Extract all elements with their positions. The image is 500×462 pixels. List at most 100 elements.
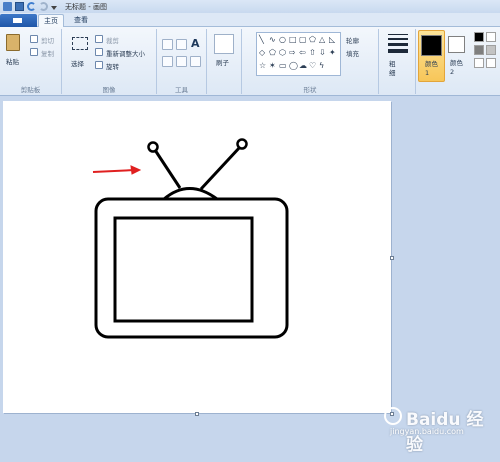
- color1-swatch: [421, 35, 442, 56]
- tv-body: [94, 197, 289, 339]
- antenna-base: [163, 187, 218, 201]
- rotate-icon: [95, 61, 103, 69]
- right-triangle-shape-icon[interactable]: ◺: [329, 35, 338, 44]
- save-icon[interactable]: [15, 2, 24, 11]
- outline-button[interactable]: 轮廓: [346, 35, 359, 45]
- drawing-canvas[interactable]: [3, 101, 391, 413]
- window-title: 无标题 - 画图: [65, 2, 107, 11]
- left-antenna: [153, 149, 182, 189]
- pencil-icon[interactable]: [162, 39, 173, 50]
- undo-icon[interactable]: [27, 2, 36, 11]
- color-picker-icon[interactable]: [176, 56, 187, 67]
- fill-bucket-icon[interactable]: [176, 39, 187, 50]
- image-group-label: 图像: [102, 86, 116, 94]
- oval-shape-icon[interactable]: ○: [279, 35, 288, 44]
- right-antenna-tip: [236, 138, 248, 150]
- text-tool-icon[interactable]: A: [191, 37, 200, 50]
- brushes-button[interactable]: 刷子: [216, 57, 229, 67]
- color2-swatch: [448, 36, 465, 53]
- resize-handle-bottom[interactable]: [195, 412, 199, 416]
- shapes-group-label: 形状: [303, 86, 317, 94]
- redo-icon[interactable]: [39, 2, 48, 11]
- six-point-star-shape-icon[interactable]: ✶: [269, 61, 278, 70]
- clipboard-group-label: 剪贴板: [20, 86, 41, 94]
- crop-icon: [95, 35, 103, 43]
- select-button[interactable]: 选择: [71, 58, 84, 68]
- left-arrow-shape-icon[interactable]: ⇦: [299, 48, 308, 57]
- tab-home[interactable]: 主页: [38, 14, 64, 27]
- red-arrow: [92, 165, 142, 175]
- hexagon-shape-icon[interactable]: ⬡: [279, 48, 288, 57]
- arrow-head: [130, 165, 142, 175]
- customize-dropdown-icon[interactable]: [51, 5, 57, 10]
- tv-outline: [94, 138, 289, 339]
- shapes-group: ╲ ∿ ○ □ ▢ ⬠ △ ◺ ◇ ⬠ ⬡ ⇨ ⇦ ⇧ ⇩ ✦ ☆ ✶ ▭ ◯ ☁ ♡ ϟ 轮廓 填充 形状: [242, 29, 379, 94]
- fill-button[interactable]: 填充: [346, 48, 359, 58]
- cut-button[interactable]: 剪切: [41, 35, 54, 45]
- cut-icon: [30, 35, 38, 43]
- size-group: 粗细: [379, 29, 416, 94]
- tab-view[interactable]: 查看: [68, 14, 94, 27]
- callout-rect-shape-icon[interactable]: ▭: [279, 61, 288, 70]
- four-point-star-shape-icon[interactable]: ✦: [329, 48, 338, 57]
- watermark-url: jingyan.baidu.com: [390, 427, 464, 436]
- color1-button[interactable]: 颜色 1: [418, 30, 445, 82]
- paste-button[interactable]: 粘贴: [6, 56, 19, 66]
- rotate-button[interactable]: 旋转: [106, 61, 119, 71]
- select-icon[interactable]: [72, 37, 88, 50]
- pentagon-shape-icon[interactable]: ⬠: [269, 48, 278, 57]
- title-bar: 无标题 - 画图: [0, 0, 500, 13]
- diamond-shape-icon[interactable]: ◇: [259, 48, 268, 57]
- shapes-gallery: ╲ ∿ ○ □ ▢ ⬠ △ ◺ ◇ ⬠ ⬡ ⇨ ⇦ ⇧ ⇩ ✦ ☆ ✶ ▭ ◯ ☁ ♡ ϟ: [256, 32, 341, 76]
- callout-oval-shape-icon[interactable]: ◯: [289, 61, 298, 70]
- ribbon-tab-bar: 主页 查看: [0, 13, 500, 27]
- palette-color-gray[interactable]: [474, 45, 484, 55]
- paste-icon[interactable]: [6, 34, 20, 51]
- eraser-icon[interactable]: [162, 56, 173, 67]
- triangle-shape-icon[interactable]: △: [319, 35, 328, 44]
- resize-button[interactable]: 重新调整大小: [106, 48, 145, 58]
- color2-label: 颜色 2: [450, 59, 463, 76]
- crop-button[interactable]: 裁剪: [106, 35, 119, 45]
- left-antenna-tip: [147, 141, 159, 153]
- magnifier-icon[interactable]: [190, 56, 201, 67]
- palette-color-empty[interactable]: [474, 58, 484, 68]
- line-shape-icon[interactable]: ╲: [259, 35, 268, 44]
- up-arrow-shape-icon[interactable]: ⇧: [309, 48, 318, 57]
- tv-screen: [113, 216, 254, 323]
- color-palette: [472, 32, 500, 72]
- palette-color-black[interactable]: [474, 32, 484, 42]
- rounded-rectangle-shape-icon[interactable]: ▢: [299, 35, 308, 44]
- five-point-star-shape-icon[interactable]: ☆: [259, 61, 268, 70]
- app-icon[interactable]: [3, 2, 12, 11]
- size-button[interactable]: 粗细: [389, 60, 401, 78]
- curve-shape-icon[interactable]: ∿: [269, 35, 278, 44]
- rectangle-shape-icon[interactable]: □: [289, 35, 298, 44]
- color2-button[interactable]: 颜色 2: [446, 30, 470, 82]
- down-arrow-shape-icon[interactable]: ⇩: [319, 48, 328, 57]
- arrow-shaft: [92, 169, 136, 173]
- copy-button[interactable]: 复制: [41, 48, 54, 58]
- paint-menu-button[interactable]: [0, 14, 37, 27]
- palette-color-empty[interactable]: [486, 58, 496, 68]
- size-icon[interactable]: [388, 34, 408, 53]
- polygon-shape-icon[interactable]: ⬠: [309, 35, 318, 44]
- heart-shape-icon[interactable]: ♡: [309, 61, 318, 70]
- quick-access-toolbar: [0, 2, 57, 11]
- image-group: 选择 裁剪 重新调整大小 旋转 图像: [62, 29, 157, 94]
- color1-label: 颜色 1: [425, 60, 438, 77]
- callout-cloud-shape-icon[interactable]: ☁: [299, 61, 308, 70]
- brushes-group: 刷子: [207, 29, 242, 94]
- right-arrow-shape-icon[interactable]: ⇨: [289, 48, 298, 57]
- palette-color-light-gray[interactable]: [486, 45, 496, 55]
- resize-handle-right[interactable]: [390, 256, 394, 260]
- copy-icon: [30, 48, 38, 56]
- palette-color-white[interactable]: [486, 32, 496, 42]
- lightning-shape-icon[interactable]: ϟ: [319, 61, 328, 70]
- right-antenna: [199, 145, 242, 191]
- tools-group: A 工具: [157, 29, 207, 94]
- ribbon: 粘贴 剪切 复制 剪贴板 选择 裁剪 重新调整大小 旋转 图像 A 工具 刷子 …: [0, 27, 500, 96]
- resize-icon: [95, 48, 103, 56]
- tools-group-label: 工具: [175, 86, 188, 94]
- brush-icon[interactable]: [214, 34, 234, 54]
